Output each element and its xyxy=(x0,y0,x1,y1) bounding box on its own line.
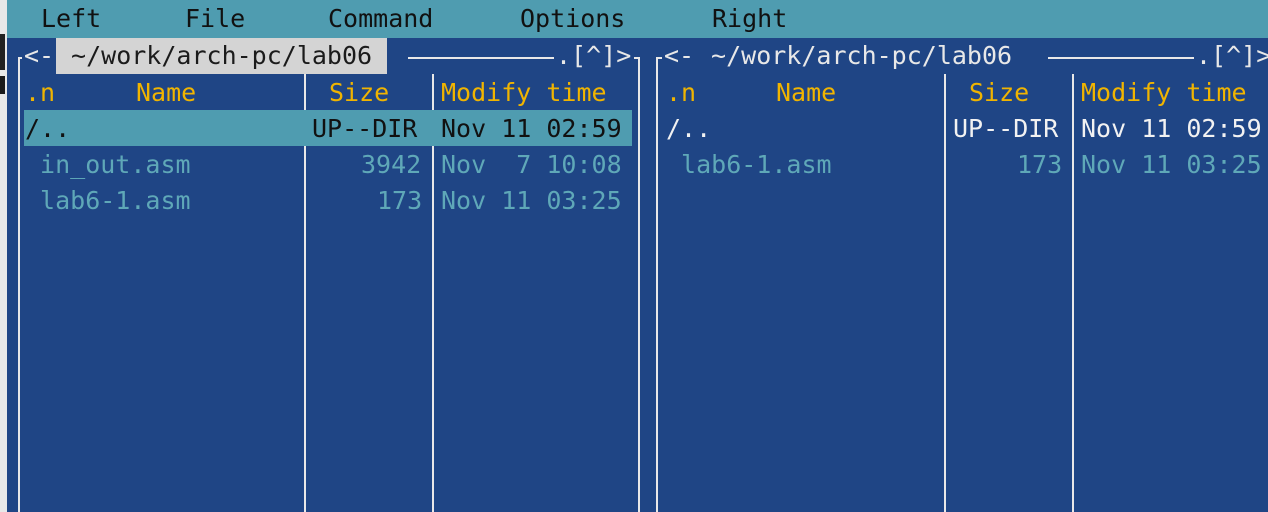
file-name[interactable]: /.. xyxy=(666,111,711,147)
file-size: 3942 xyxy=(361,150,422,179)
terminal-edge-mark xyxy=(0,76,5,94)
header-n[interactable]: .n xyxy=(666,75,696,111)
frame-top-border xyxy=(408,57,554,59)
menu-command[interactable]: Command xyxy=(328,1,433,37)
header-n[interactable]: .n xyxy=(25,75,55,111)
file-size: 173 xyxy=(1017,150,1063,179)
menu-bar: Left File Command Options Right xyxy=(7,0,1268,38)
terminal-edge-mark xyxy=(0,34,5,70)
right-panel-nav-prefix[interactable]: <- xyxy=(664,38,694,74)
file-modify-time: Nov 11 02:59 xyxy=(1081,114,1262,143)
header-size[interactable]: Size xyxy=(329,75,389,111)
menu-right[interactable]: Right xyxy=(712,1,787,37)
header-modify-time[interactable]: Modify time xyxy=(1081,75,1247,111)
menu-file[interactable]: File xyxy=(185,1,245,37)
menu-options[interactable]: Options xyxy=(520,1,625,37)
right-panel-history[interactable]: .[^]> xyxy=(1196,38,1268,74)
file-modify-time: Nov 11 03:25 xyxy=(441,186,622,215)
frame-top-border xyxy=(1048,57,1194,59)
right-panel-path[interactable]: ~/work/arch-pc/lab06 xyxy=(696,38,1028,74)
left-panel-history[interactable]: .[^]> xyxy=(556,38,631,74)
frame-right-border xyxy=(638,57,640,512)
header-name[interactable]: Name xyxy=(136,75,196,111)
header-size[interactable]: Size xyxy=(969,75,1029,111)
file-size: 173 xyxy=(377,186,423,215)
header-modify-time[interactable]: Modify time xyxy=(441,75,607,111)
frame-top-border xyxy=(656,57,662,59)
file-modify-time: Nov 7 10:08 xyxy=(441,150,622,179)
file-name[interactable]: /.. xyxy=(25,111,70,147)
file-name[interactable]: lab6-1.asm xyxy=(25,183,191,219)
file-modify-time: Nov 11 02:59 xyxy=(441,114,622,143)
file-size: UP--DIR xyxy=(312,114,418,143)
left-panel-path[interactable]: ~/work/arch-pc/lab06 xyxy=(56,38,388,74)
frame-left-border xyxy=(18,57,20,512)
column-divider xyxy=(1072,74,1074,512)
column-divider xyxy=(944,74,946,512)
menu-left[interactable]: Left xyxy=(41,1,101,37)
file-size: UP--DIR xyxy=(953,114,1059,143)
file-modify-time: Nov 11 03:25 xyxy=(1081,150,1262,179)
file-name[interactable]: lab6-1.asm xyxy=(666,147,832,183)
header-name[interactable]: Name xyxy=(776,75,836,111)
file-name[interactable]: in_out.asm xyxy=(25,147,191,183)
frame-left-border xyxy=(656,57,658,512)
left-panel-nav-prefix[interactable]: <- xyxy=(24,38,54,74)
